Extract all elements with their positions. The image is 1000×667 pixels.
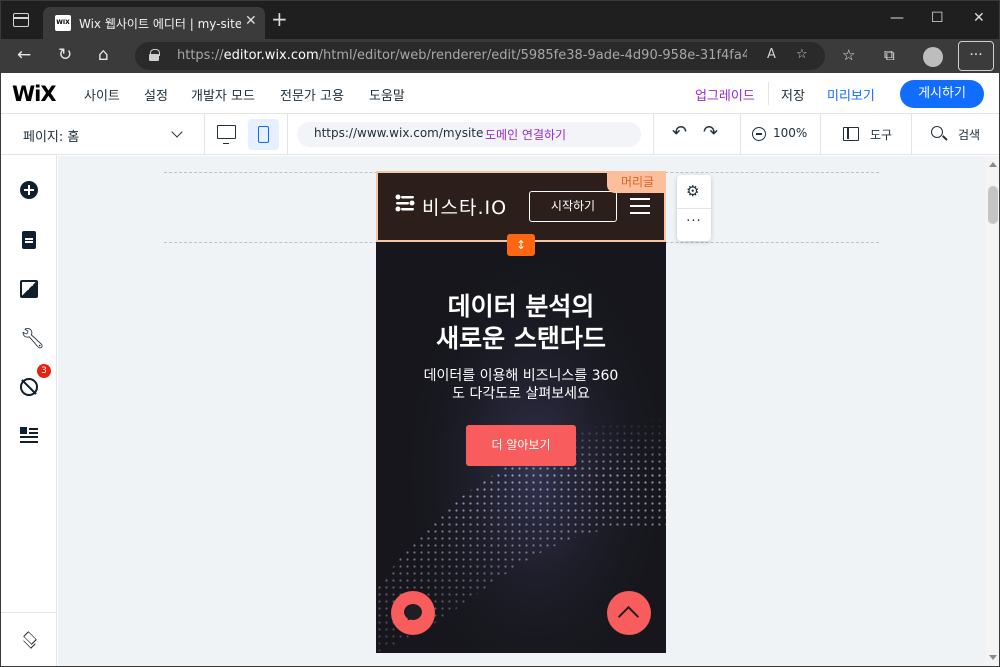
resize-handle-icon[interactable]: ↕ [507,234,535,256]
scroll-to-top-icon[interactable] [607,591,651,635]
browser-menu-button[interactable]: ··· [958,41,994,71]
browser-titlebar: WIX Wix 웹사이트 에디터 | my-site-4 ✕ + — ☐ ✕ [1,1,999,39]
home-icon[interactable]: ⌂ [98,44,109,66]
menu-settings[interactable]: 설정 [144,85,168,104]
learn-more-button[interactable]: 더 알아보기 [466,425,576,466]
favorites-icon[interactable]: ☆ [842,44,855,66]
window-close-icon[interactable]: ✕ [973,10,985,26]
preview-button[interactable]: 미리보기 [827,85,875,104]
mobile-site-preview[interactable]: 비스타.IO 시작하기 머리글 ↕ 데이터 분석의 새로운 스탠다드 데이터를 … [376,171,666,653]
section-floating-actions: ⚙ ··· [677,175,711,241]
search-icon[interactable] [931,126,943,138]
divider [911,114,912,155]
browser-navbar: ← ↻ ⌂ https://editor.wix.com/html/editor… [1,39,999,73]
hidden-elements-icon[interactable] [20,378,38,396]
scroll-down-icon[interactable] [989,655,997,660]
divider [1,612,57,613]
header-section-tag: 머리글 [607,171,666,193]
canvas-scrollbar[interactable] [985,156,999,666]
back-icon[interactable]: ← [17,44,31,66]
undo-icon[interactable]: ↶ [672,124,687,142]
publish-button[interactable]: 게시하기 [900,80,984,108]
menu-help[interactable]: 도움말 [369,85,405,104]
add-icon[interactable] [20,181,38,199]
chat-icon[interactable] [391,591,435,635]
divider [287,114,288,155]
divider [820,114,821,155]
brand-name: 비스타.IO [422,197,508,219]
design-icon[interactable] [20,280,38,298]
left-rail: 🔧︎ 3 [1,155,57,666]
minimize-icon[interactable]: — [890,10,904,26]
tab-actions-icon[interactable] [13,13,29,27]
new-tab-icon[interactable]: + [271,9,288,29]
collections-icon[interactable]: ⧉ [884,44,895,66]
more-actions-button[interactable]: ··· [677,214,711,229]
browser-window: WIX Wix 웹사이트 에디터 | my-site-4 ✕ + — ☐ ✕ ←… [0,0,1000,667]
lock-icon [149,49,160,61]
menu-site[interactable]: 사이트 [84,85,120,104]
hamburger-menu-icon[interactable] [630,198,650,200]
site-url: https://www.wix.com/mysite [314,126,484,140]
browser-tab[interactable]: WIX Wix 웹사이트 에디터 | my-site-4 ✕ [43,7,265,39]
favorite-add-icon[interactable]: ☆ [796,47,808,62]
maximize-icon[interactable]: ☐ [931,10,944,26]
read-aloud-icon[interactable]: A [767,47,776,62]
profile-avatar[interactable] [923,47,943,67]
wrench-icon[interactable]: 🔧︎ [20,328,45,348]
pages-icon[interactable] [22,231,36,249]
mobile-view-icon [258,126,269,143]
upgrade-link[interactable]: 업그레이드 [695,85,755,104]
sections-icon[interactable] [20,427,38,445]
menu-dev-mode[interactable]: 개발자 모드 [191,85,255,104]
connect-domain-link[interactable]: 도메인 연결하기 [485,126,566,143]
tools-icon[interactable] [843,127,859,141]
brand-logo-icon [395,194,415,212]
chevron-down-icon[interactable] [171,126,183,138]
redo-icon[interactable]: ↷ [703,124,718,142]
address-url[interactable]: https://editor.wix.com/html/editor/web/r… [177,48,747,63]
wix-logo[interactable]: WiX [12,82,57,106]
search-button[interactable]: 검색 [958,126,980,143]
hero-subtitle: 데이터를 이용해 비즈니스를 360 도 다각도로 살펴보세요 [423,368,619,402]
start-button[interactable]: 시작하기 [529,191,617,222]
divider [204,114,205,155]
zoom-out-icon[interactable] [752,127,766,141]
mobile-view-button[interactable] [248,119,279,150]
save-button[interactable]: 저장 [781,85,805,104]
wix-toolbar: 페이지: 홈 https://www.wix.com/mysite 도메인 연결… [1,114,999,155]
notification-badge: 3 [37,364,51,378]
zoom-level[interactable]: 100% [773,126,807,140]
editor-canvas[interactable]: 비스타.IO 시작하기 머리글 ↕ 데이터 분석의 새로운 스탠다드 데이터를 … [58,156,985,666]
hero-title: 데이터 분석의 새로운 스탠다드 [436,292,606,353]
refresh-icon[interactable]: ↻ [58,44,72,66]
divider [740,114,741,155]
site-url-bar: https://www.wix.com/mysite 도메인 연결하기 [297,122,641,147]
desktop-view-icon[interactable] [217,125,236,144]
scroll-thumb[interactable] [988,186,998,224]
wix-favicon-icon: WIX [55,15,71,31]
tab-title: Wix 웹사이트 에디터 | my-site-4 [79,17,241,31]
divider [677,208,711,209]
wix-topbar: WiX 사이트 설정 개발자 모드 전문가 고용 도움말 업그레이드 저장 미리… [1,73,999,114]
gear-icon[interactable]: ⚙ [686,183,699,199]
page-selector[interactable]: 페이지: 홈 [23,126,79,145]
menu-hire-expert[interactable]: 전문가 고용 [280,85,344,104]
mobile-header[interactable]: 비스타.IO 시작하기 머리글 [376,171,666,242]
divider [653,114,654,155]
address-bar[interactable]: https://editor.wix.com/html/editor/web/r… [135,42,825,70]
divider [768,82,769,105]
tools-button[interactable]: 도구 [870,126,892,143]
scroll-up-icon[interactable] [989,162,997,167]
tab-close-icon[interactable]: ✕ [245,13,257,29]
layers-icon[interactable] [21,631,37,647]
